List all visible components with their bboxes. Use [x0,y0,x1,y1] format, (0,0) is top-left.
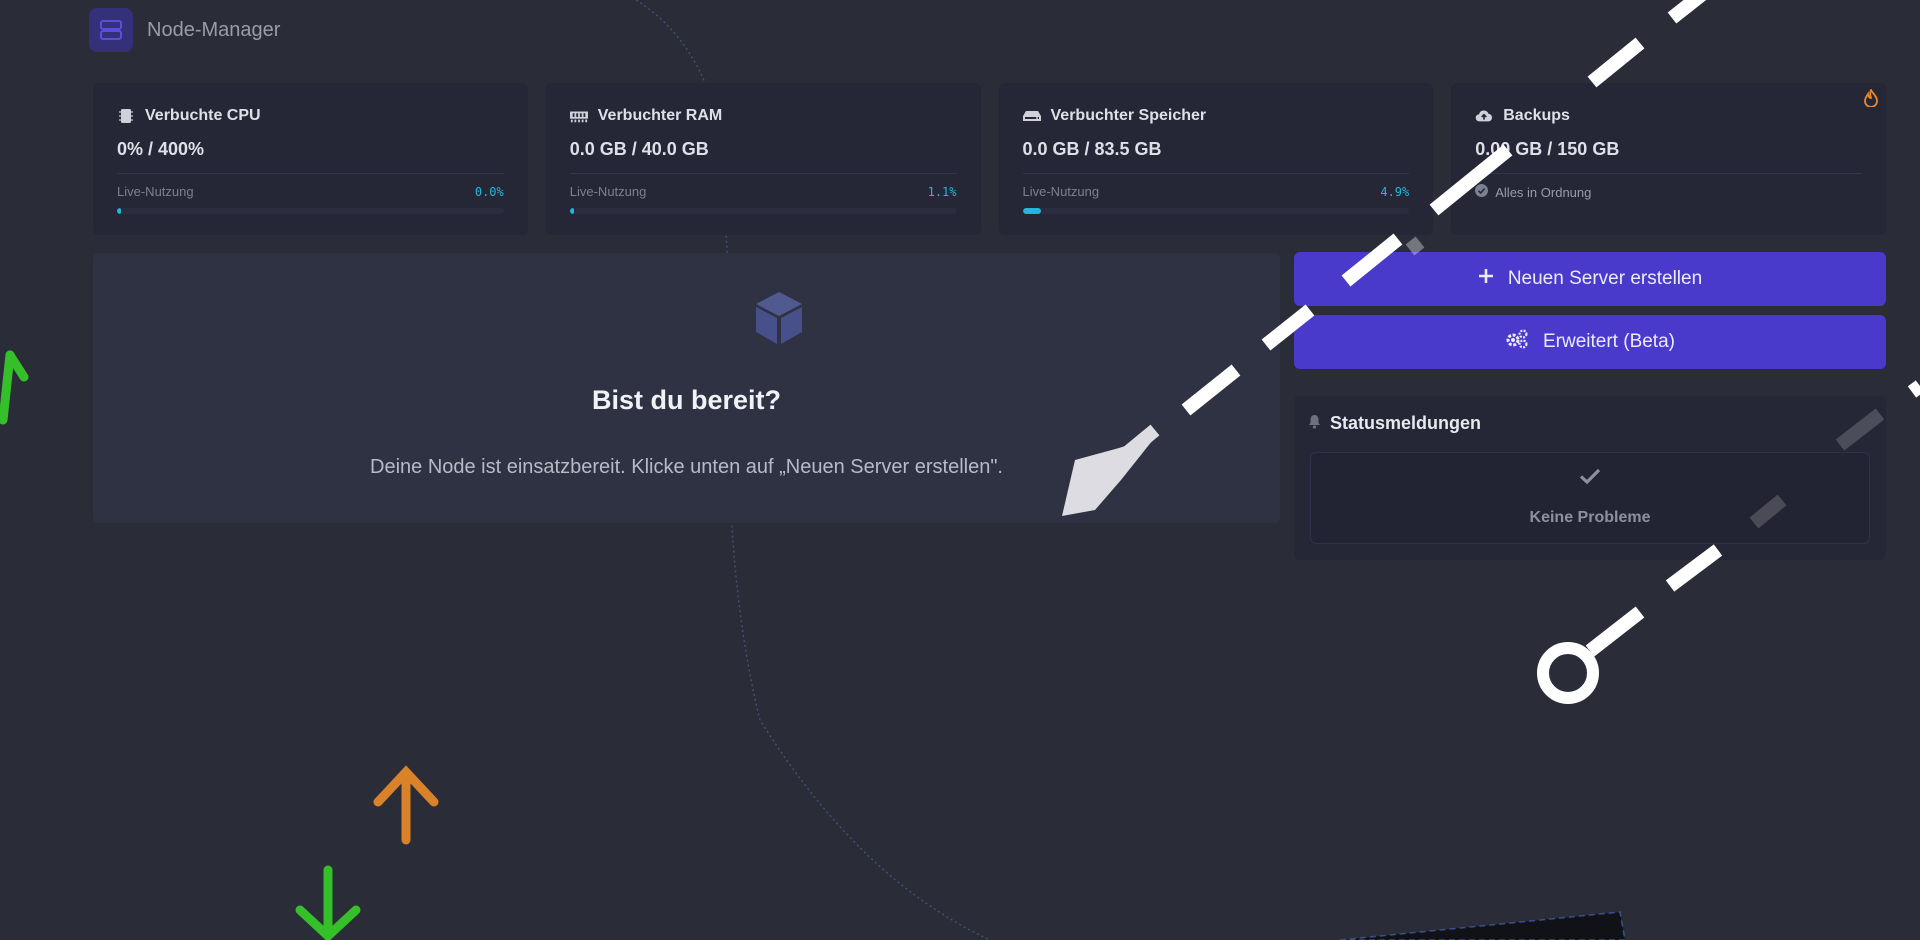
stat-card-backups: Backups 0.00 GB / 150 GB Alles in Ordnun… [1451,83,1886,235]
usage-percent: 0.0% [474,184,504,199]
stat-card-storage: Verbuchter Speicher 0.0 GB / 83.5 GB Liv… [998,83,1434,235]
stat-value: 0.0 GB / 83.5 GB [1022,139,1162,159]
arrow-up-green-icon [0,350,29,425]
stats-row: Verbuchte CPU 0% / 400% Live-Nutzung 0.0… [93,83,1886,235]
cpu-icon [117,107,135,125]
usage-bar-fill [1022,208,1042,214]
divider [569,173,957,174]
ram-icon [569,107,588,125]
divider [1475,173,1862,174]
server-logo-icon[interactable] [89,8,133,52]
stat-card-ram: Verbuchter RAM 0.0 GB / 40.0 GB Live-Nut… [545,83,981,235]
usage-bar [569,208,957,214]
welcome-panel: Bist du bereit? Deine Node ist einsatzbe… [93,253,1280,523]
plus-icon [1478,268,1494,290]
arrow-down-green-icon [295,865,361,940]
stat-label: Backups [1503,107,1570,124]
bell-icon [1308,413,1321,434]
check-circle-icon [1475,184,1489,200]
cube-icon [754,290,804,351]
advanced-beta-button[interactable]: Erweitert (Beta) [1294,315,1886,369]
live-usage-label: Live-Nutzung [117,184,194,199]
stat-card-cpu: Verbuchte CPU 0% / 400% Live-Nutzung 0.0… [93,83,528,235]
usage-percent: 4.9% [1380,184,1410,199]
live-usage-label: Live-Nutzung [569,184,647,199]
check-icon [1311,467,1869,485]
usage-bar-fill [569,208,574,214]
flame-icon[interactable] [1864,87,1878,112]
stat-value: 0.00 GB / 150 GB [1475,139,1620,159]
status-title: Statusmeldungen [1330,413,1482,433]
gears-icon [1505,329,1529,355]
stat-value: 0.0 GB / 40.0 GB [569,139,709,159]
app-title: Node-Manager [147,18,281,41]
divider [117,173,504,174]
usage-bar-fill [117,208,121,214]
live-usage-label: Live-Nutzung [1022,184,1100,199]
welcome-title: Bist du bereit? [591,385,781,415]
stat-label: Verbuchte CPU [145,107,261,124]
stat-label: Verbuchter Speicher [1050,107,1207,124]
no-problems-text: Keine Probleme [1529,509,1651,526]
app-header: Node-Manager [89,8,280,52]
welcome-text: Deine Node ist einsatzbereit. Klicke unt… [370,456,1003,478]
stat-label: Verbuchter RAM [597,107,723,124]
create-server-label: Neuen Server erstellen [1507,268,1703,289]
stat-value: 0% / 400% [117,139,205,159]
cloud-upload-icon [1475,107,1493,125]
usage-bar [117,208,504,214]
storage-icon [1022,107,1041,125]
status-message-list: Keine Probleme [1310,452,1870,544]
arrow-up-orange-icon [373,765,439,845]
status-messages-panel: Statusmeldungen Keine Probleme [1294,396,1886,560]
divider [1022,173,1410,174]
create-server-button[interactable]: Neuen Server erstellen [1294,252,1886,306]
backup-status-text: Alles in Ordnung [1495,184,1592,200]
advanced-beta-label: Erweitert (Beta) [1543,331,1675,352]
usage-percent: 1.1% [927,184,957,199]
usage-bar [1022,208,1410,214]
